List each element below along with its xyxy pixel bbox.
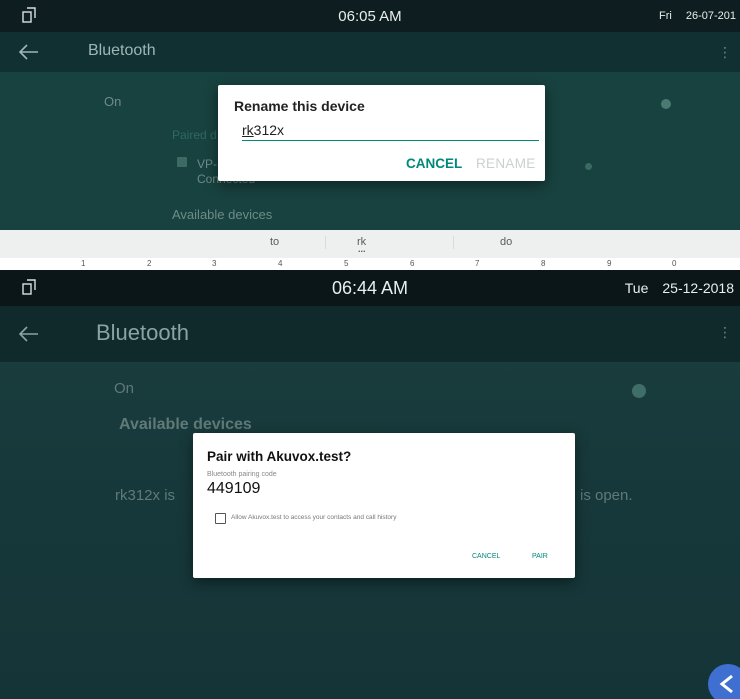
pair-button[interactable]: PAIR	[532, 553, 548, 560]
status-date-value: 25-12-2018	[662, 280, 734, 296]
suggestion-to[interactable]: to	[270, 236, 279, 248]
status-date: Tue 25-12-2018	[625, 280, 734, 296]
suggestion-more-icon[interactable]: ...	[358, 244, 366, 254]
key-4[interactable]: 4	[278, 259, 282, 268]
cancel-button[interactable]: CANCEL	[406, 156, 462, 171]
dialog-title: Rename this device	[234, 98, 365, 114]
status-day: Fri	[659, 10, 672, 22]
key-0[interactable]: 0	[672, 259, 676, 268]
overflow-menu-icon[interactable]: ⋮	[718, 324, 732, 341]
device-icon	[177, 157, 187, 167]
available-devices-label: Available devices	[119, 416, 252, 433]
cancel-button[interactable]: CANCEL	[472, 553, 500, 560]
rename-device-dialog: Rename this device rk312x CANCEL RENAME	[218, 85, 545, 181]
key-6[interactable]: 6	[410, 259, 414, 268]
status-bar: 06:44 AM Tue 25-12-2018	[0, 270, 740, 306]
allow-contacts-label[interactable]: Allow Akuvox.test to access your contact…	[231, 514, 396, 521]
back-arrow-icon[interactable]	[18, 41, 40, 63]
rename-input-rest: 312x	[253, 122, 285, 138]
key-3[interactable]: 3	[212, 259, 216, 268]
back-arrow-icon[interactable]	[18, 323, 40, 345]
rename-button[interactable]: RENAME	[476, 156, 536, 171]
status-time: 06:05 AM	[338, 8, 402, 25]
bluetooth-toggle[interactable]	[661, 99, 671, 109]
key-8[interactable]: 8	[541, 259, 545, 268]
pairing-code: 449109	[207, 480, 261, 497]
rename-input-composing: rk	[242, 122, 254, 138]
bluetooth-toggle[interactable]	[632, 384, 646, 398]
pairing-dialog: Pair with Akuvox.test? Bluetooth pairing…	[193, 433, 575, 578]
page-title: Bluetooth	[96, 320, 189, 345]
suggestion-do[interactable]: do	[500, 236, 512, 248]
keyboard-number-row: 1 2 3 4 5 6 7 8 9 0	[0, 258, 740, 270]
overflow-menu-icon[interactable]: ⋮	[718, 44, 732, 61]
visibility-text-end: is open.	[580, 487, 633, 504]
visibility-text-start: rk312x is	[115, 487, 176, 504]
bluetooth-on-label: On	[114, 380, 135, 397]
floating-back-button[interactable]	[708, 664, 740, 699]
pairing-code-label: Bluetooth pairing code	[207, 471, 277, 478]
status-bar: 06:05 AM Fri 26-07-201	[0, 0, 740, 32]
status-day: Tue	[624, 280, 649, 296]
key-7[interactable]: 7	[475, 259, 479, 268]
key-2[interactable]: 2	[147, 259, 151, 268]
chevron-left-icon	[719, 674, 733, 694]
device-settings-icon[interactable]	[585, 163, 592, 170]
key-1[interactable]: 1	[81, 259, 85, 268]
status-date: Fri 26-07-201	[659, 10, 736, 22]
bluetooth-on-label: On	[104, 94, 122, 109]
allow-contacts-checkbox[interactable]	[215, 513, 226, 524]
top-screenshot: 06:05 AM Fri 26-07-201 Bluetooth ⋮ On Pai…	[0, 0, 740, 243]
page-title: Bluetooth	[88, 42, 156, 59]
app-bar: Bluetooth ⋮	[0, 32, 740, 72]
status-date-value: 26-07-201	[685, 10, 736, 22]
key-9[interactable]: 9	[607, 259, 611, 268]
suggestion-divider	[325, 236, 326, 249]
dialog-title: Pair with Akuvox.test?	[207, 449, 352, 464]
paired-devices-label: Paired d	[172, 128, 217, 142]
app-bar: Bluetooth ⋮	[0, 306, 740, 362]
rename-input-underline	[242, 140, 539, 141]
rename-input[interactable]: rk312x	[242, 122, 284, 138]
available-devices-label: Available devices	[172, 207, 273, 222]
key-5[interactable]: 5	[344, 259, 348, 268]
keyboard-suggestion-strip: to rk ... do	[0, 230, 740, 258]
suggestion-divider	[453, 236, 454, 249]
